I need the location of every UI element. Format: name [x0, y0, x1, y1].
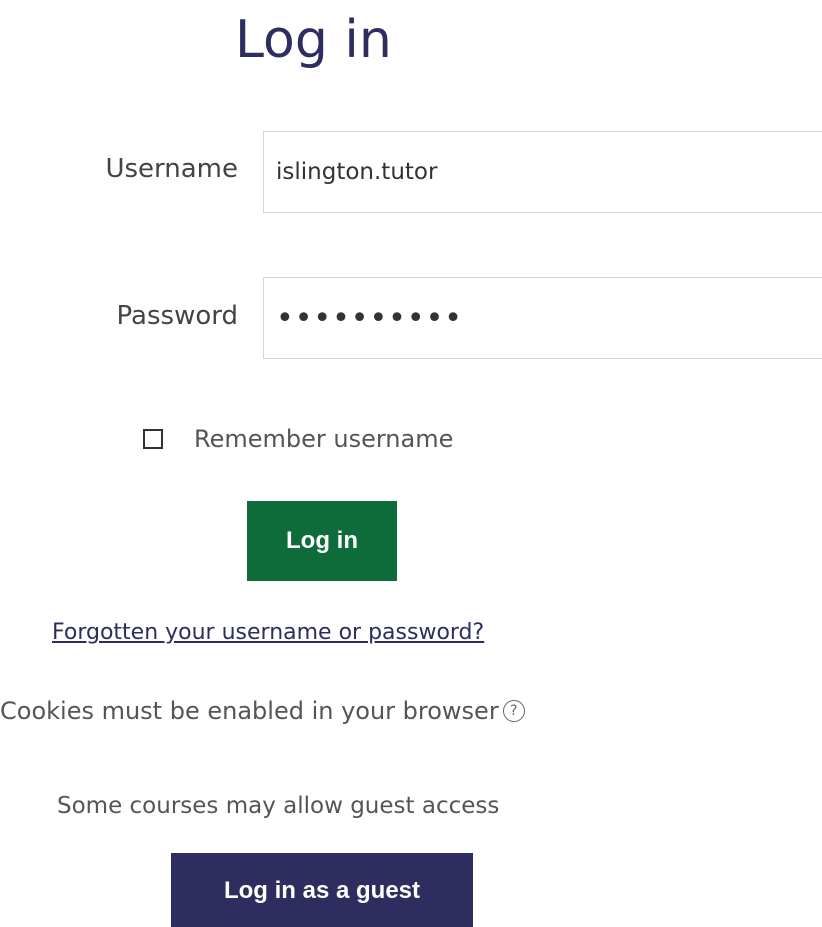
remember-username-label[interactable]: Remember username	[194, 425, 453, 453]
cookies-notice-text: Cookies must be enabled in your browser	[0, 697, 499, 725]
password-label: Password	[116, 301, 238, 331]
guest-login-button[interactable]: Log in as a guest	[171, 853, 473, 927]
login-button[interactable]: Log in	[247, 501, 397, 581]
guest-access-text: Some courses may allow guest access	[57, 793, 500, 819]
page-title: Log in	[235, 10, 392, 70]
remember-username-checkbox[interactable]	[143, 429, 163, 449]
password-input[interactable]	[263, 277, 822, 359]
question-circle-icon[interactable]: ?	[502, 700, 525, 722]
username-input[interactable]	[263, 131, 822, 213]
forgot-password-link[interactable]: Forgotten your username or password?	[52, 620, 484, 645]
remember-username-row: Remember username	[143, 425, 453, 453]
username-label: Username	[105, 154, 238, 184]
login-page: Log in Username Password Remember userna…	[0, 0, 822, 927]
cookies-notice: Cookies must be enabled in your browser …	[0, 697, 525, 725]
